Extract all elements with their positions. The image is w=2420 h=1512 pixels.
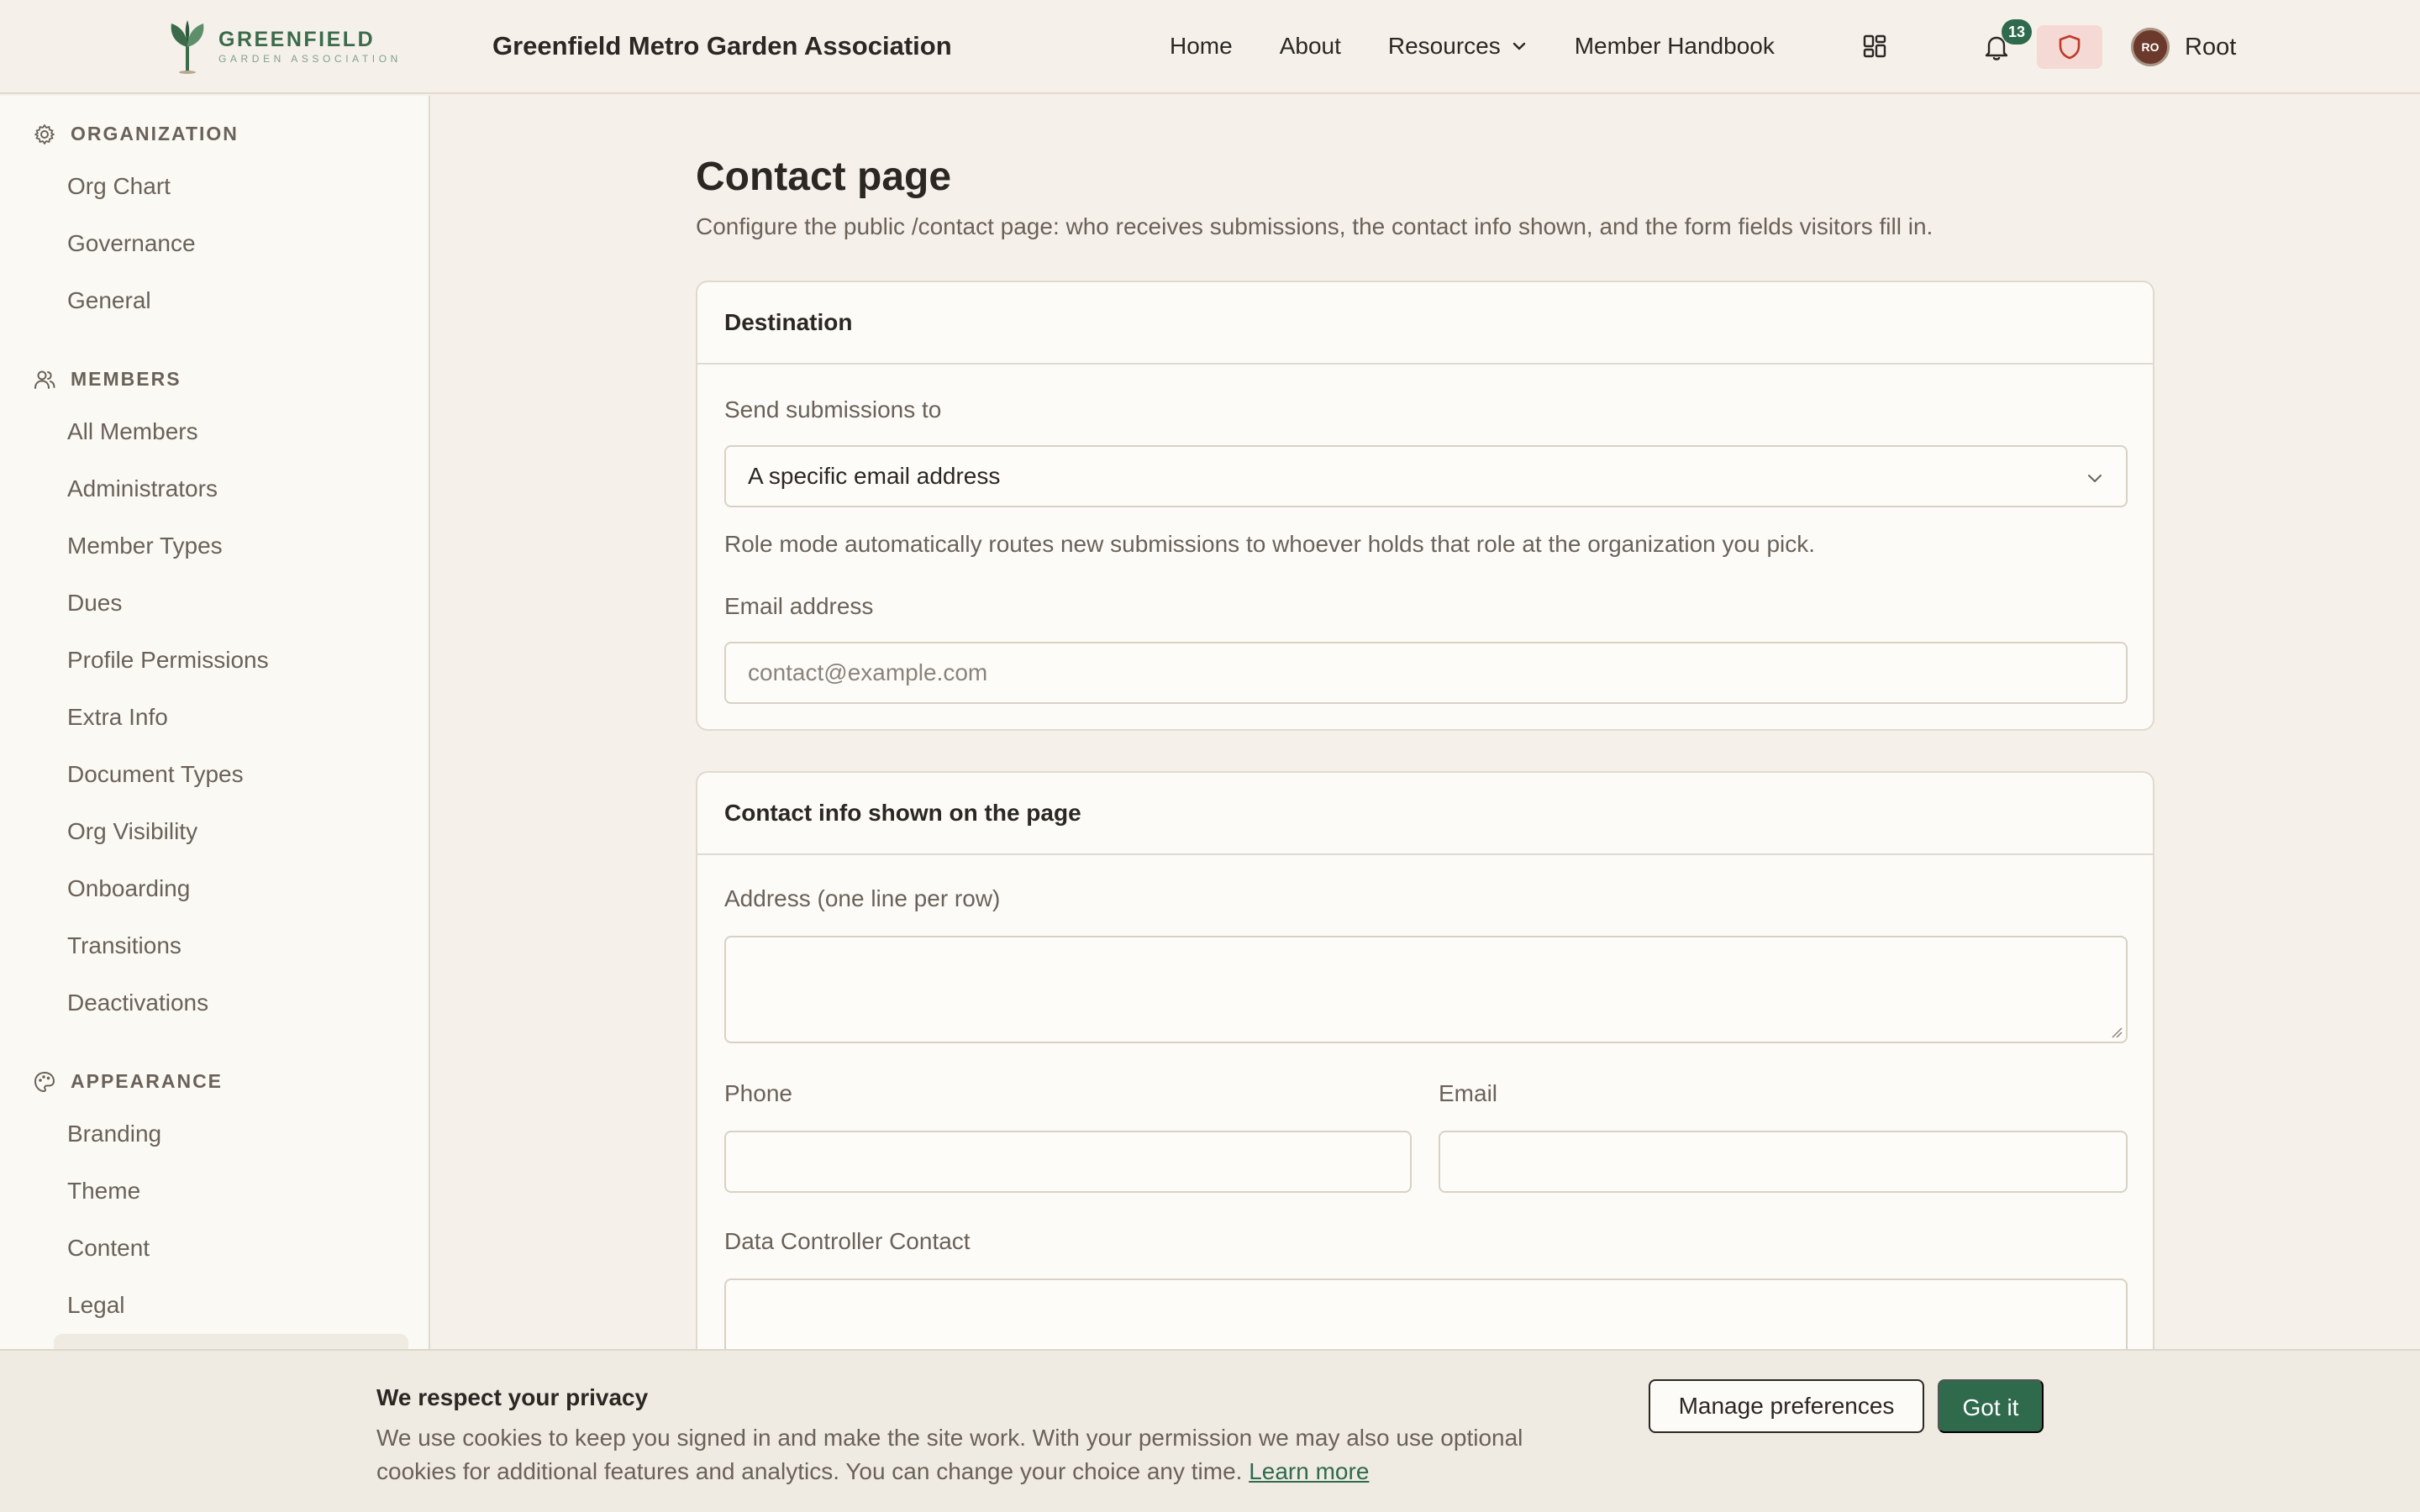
- send-to-select[interactable]: A specific email address: [724, 445, 2128, 507]
- send-to-label: Send submissions to: [724, 396, 942, 423]
- top-header: GREENFIELD GARDEN ASSOCIATION Greenfield…: [0, 0, 2420, 94]
- accept-cookies-button[interactable]: Got it: [1938, 1379, 2044, 1433]
- users-icon: [34, 370, 55, 389]
- settings-sidebar: ORGANIZATION Org Chart Governance Genera…: [0, 96, 430, 1512]
- shield-icon: [2059, 34, 2081, 60]
- palette-icon: [34, 1071, 55, 1092]
- top-navigation: Home About Resources Member Handbook: [1170, 29, 1822, 64]
- sidebar-section-members: MEMBERS: [34, 368, 182, 391]
- nav-about[interactable]: About: [1280, 33, 1341, 60]
- learn-more-link[interactable]: Learn more: [1249, 1458, 1369, 1484]
- sidebar-item-branding[interactable]: Branding: [67, 1117, 161, 1151]
- cookie-title: We respect your privacy: [376, 1384, 649, 1410]
- contact-email-label: Email: [1439, 1080, 1498, 1106]
- sidebar-item-theme[interactable]: Theme: [67, 1174, 140, 1208]
- email-address-placeholder: contact@example.com: [748, 659, 988, 685]
- email-address-label: Email address: [724, 593, 874, 619]
- address-label: Address (one line per row): [724, 885, 1001, 911]
- logo-subtitle: GARDEN ASSOCIATION: [218, 53, 402, 65]
- sidebar-item-general[interactable]: General: [67, 284, 151, 318]
- page-title: Contact page: [696, 155, 952, 199]
- chevron-down-icon: [2088, 475, 2102, 482]
- notification-badge: 13: [2002, 19, 2032, 45]
- manage-preferences-button[interactable]: Manage preferences: [1649, 1379, 1924, 1433]
- sidebar-item-org-visibility[interactable]: Org Visibility: [67, 815, 197, 848]
- admin-shield-button[interactable]: [2037, 25, 2102, 69]
- phone-input[interactable]: [724, 1131, 1412, 1193]
- sidebar-section-title: ORGANIZATION: [71, 123, 239, 144]
- gear-icon: [34, 123, 55, 144]
- sidebar-item-transitions[interactable]: Transitions: [67, 929, 182, 963]
- page-description: Configure the public /contact page: who …: [696, 213, 1933, 239]
- sidebar-item-administrators[interactable]: Administrators: [67, 472, 218, 506]
- send-to-value: A specific email address: [748, 463, 1001, 489]
- nav-resources[interactable]: Resources: [1388, 33, 1528, 60]
- sidebar-section-title: APPEARANCE: [71, 1070, 224, 1092]
- sidebar-item-legal[interactable]: Legal: [67, 1289, 125, 1322]
- sidebar-section-organization: ORGANIZATION: [34, 123, 239, 145]
- sidebar-section-appearance: APPEARANCE: [34, 1070, 223, 1093]
- resize-grip-icon[interactable]: [2111, 1026, 2123, 1038]
- nav-home[interactable]: Home: [1170, 33, 1233, 60]
- sidebar-item-governance[interactable]: Governance: [67, 227, 196, 260]
- nav-resources-label: Resources: [1387, 33, 1501, 59]
- sidebar-item-dues[interactable]: Dues: [67, 586, 122, 620]
- logo-name: GREENFIELD: [218, 28, 376, 51]
- sidebar-item-member-types[interactable]: Member Types: [67, 529, 223, 563]
- sidebar-item-all-members[interactable]: All Members: [67, 415, 198, 449]
- sidebar-item-extra-info[interactable]: Extra Info: [67, 701, 168, 734]
- phone-label: Phone: [724, 1080, 792, 1106]
- routing-help-text: Role mode automatically routes new submi…: [724, 531, 1816, 557]
- contact-info-card: Contact info shown on the page Address (…: [696, 771, 2154, 1393]
- sidebar-item-deactivations[interactable]: Deactivations: [67, 986, 208, 1020]
- sidebar-item-profile-permissions[interactable]: Profile Permissions: [67, 643, 269, 677]
- sprout-icon: [171, 20, 204, 74]
- user-avatar[interactable]: RO: [2131, 28, 2170, 66]
- sidebar-item-content[interactable]: Content: [67, 1231, 150, 1265]
- user-name[interactable]: Root: [2185, 29, 2236, 65]
- nav-member-handbook[interactable]: Member Handbook: [1575, 33, 1775, 60]
- sidebar-section-title: MEMBERS: [71, 368, 182, 390]
- chevron-down-icon: [1512, 42, 1525, 50]
- cookie-banner: We respect your privacy We use cookies t…: [0, 1349, 2420, 1512]
- email-address-input[interactable]: contact@example.com: [724, 642, 2128, 704]
- destination-heading: Destination: [697, 282, 2153, 365]
- org-title: Greenfield Metro Garden Association: [492, 31, 952, 60]
- brand-logo[interactable]: GREENFIELD GARDEN ASSOCIATION: [166, 18, 402, 74]
- address-textarea[interactable]: [724, 936, 2128, 1043]
- contact-email-input[interactable]: [1439, 1131, 2128, 1193]
- sidebar-item-org-chart[interactable]: Org Chart: [67, 170, 171, 203]
- sidebar-item-document-types[interactable]: Document Types: [67, 758, 244, 791]
- cookie-text: We use cookies to keep you signed in and…: [376, 1421, 1603, 1488]
- data-controller-label: Data Controller Contact: [724, 1228, 971, 1254]
- destination-card: Destination Send submissions to A specif…: [696, 281, 2154, 731]
- contact-info-heading: Contact info shown on the page: [697, 773, 2153, 855]
- apps-grid-icon[interactable]: [1862, 34, 1887, 59]
- sidebar-item-onboarding[interactable]: Onboarding: [67, 872, 190, 906]
